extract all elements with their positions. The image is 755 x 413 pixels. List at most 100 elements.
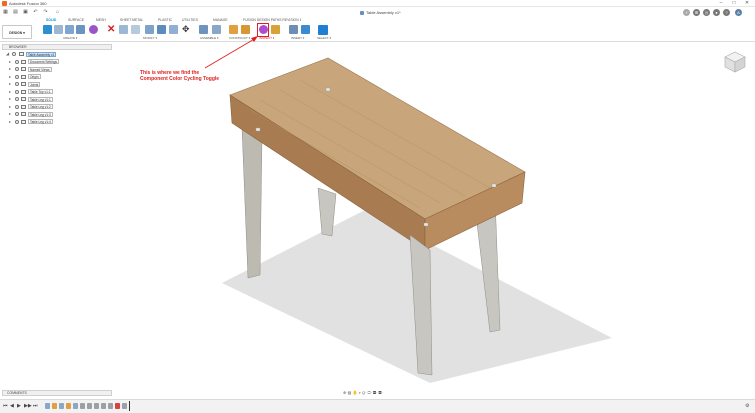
timeline-back-button[interactable]: ◀ — [10, 403, 14, 409]
tree-item[interactable]: ▸ Joints — [6, 81, 116, 89]
offset-plane-icon[interactable] — [229, 25, 238, 34]
add-tab-icon[interactable]: + — [683, 9, 690, 16]
tree-label: Table Assembly v1 — [26, 51, 57, 57]
design-workspace-dropdown[interactable]: DESIGN ▾ — [2, 25, 32, 39]
tree-item[interactable]: ▸ Table Top v1:1 — [6, 89, 116, 97]
timeline-feature[interactable] — [66, 403, 71, 409]
undo-icon[interactable]: ↶ — [32, 9, 39, 16]
visibility-eye-icon[interactable] — [15, 112, 19, 116]
tree-item[interactable]: ▸ Table Leg v1:4 — [6, 119, 116, 127]
component-icon — [21, 112, 26, 116]
delete-icon[interactable]: ✕ — [107, 25, 116, 35]
revolve-icon[interactable] — [76, 25, 85, 34]
tree-item[interactable]: ▸ Origin — [6, 74, 116, 82]
close-button[interactable]: ✕ — [741, 0, 753, 7]
new-component-assemble-icon[interactable] — [199, 25, 208, 34]
comments-panel[interactable]: COMMENTS — [2, 390, 112, 396]
select-icon[interactable] — [318, 25, 328, 35]
timeline-feature[interactable] — [52, 403, 57, 409]
redo-icon[interactable]: ↷ — [42, 9, 49, 16]
timeline-feature[interactable] — [108, 403, 113, 409]
help-icon[interactable]: ? — [723, 9, 730, 16]
visibility-eye-icon[interactable] — [15, 119, 19, 124]
viewcube[interactable] — [723, 50, 747, 74]
insert-group-label[interactable]: INSERT ▾ — [291, 36, 304, 40]
assemble-group-label[interactable]: ASSEMBLE ▾ — [200, 36, 219, 40]
notifications-icon[interactable]: ● — [713, 9, 720, 16]
measure-icon[interactable] — [271, 25, 280, 34]
tree-item[interactable]: ▸ Named Views — [6, 66, 116, 74]
component-icon — [21, 119, 26, 124]
tree-item[interactable]: ▸ Table Leg v1:2 — [6, 104, 116, 112]
timeline-feature[interactable] — [87, 403, 92, 409]
timeline-start-button[interactable]: ⏮ — [3, 403, 8, 409]
job-status-icon[interactable]: ◷ — [703, 9, 710, 16]
timeline-feature[interactable] — [122, 403, 127, 409]
extrude-icon[interactable] — [65, 25, 74, 34]
timeline-feature[interactable] — [80, 403, 85, 409]
modify-group-label[interactable]: MODIFY ▾ — [143, 36, 157, 40]
plane-at-angle-icon[interactable] — [241, 25, 250, 34]
construct-group-label[interactable]: CONSTRUCT ▾ — [229, 36, 250, 40]
tree-item[interactable]: ▸ Table Leg v1:1 — [6, 96, 116, 104]
tree-item[interactable]: ▸ Table Leg v1:3 — [6, 111, 116, 119]
visibility-eye-icon[interactable] — [15, 89, 19, 94]
caret-down-icon[interactable]: ◢ — [6, 51, 9, 57]
visibility-eye-icon[interactable] — [15, 74, 19, 79]
combine-icon[interactable] — [157, 25, 166, 34]
visibility-eye-icon[interactable] — [12, 52, 16, 56]
select-group-label[interactable]: SELECT ▾ — [317, 36, 331, 40]
insert-canvas-icon[interactable] — [301, 25, 310, 34]
insert-derive-icon[interactable] — [289, 25, 298, 34]
extensions-icon[interactable]: ⊞ — [693, 9, 700, 16]
maximize-button[interactable]: □ — [728, 0, 740, 7]
caret-right-icon[interactable]: ▸ — [9, 96, 11, 102]
caret-right-icon[interactable]: ▸ — [9, 89, 11, 95]
save-icon[interactable]: ▣ — [22, 9, 29, 16]
file-menu-icon[interactable]: ▤ — [12, 9, 19, 16]
caret-right-icon[interactable]: ▸ — [9, 59, 11, 65]
navigation-bar[interactable]: ⊕·▤ ✋ ⌕ Q· ▢· ▦· ▦· — [343, 390, 383, 396]
caret-right-icon[interactable]: ▸ — [9, 104, 11, 110]
minimize-button[interactable]: – — [715, 0, 727, 7]
move-copy-icon[interactable]: ✥ — [182, 25, 191, 34]
caret-right-icon[interactable]: ▸ — [9, 66, 11, 72]
timeline-feature[interactable] — [94, 403, 99, 409]
timeline-feature[interactable] — [45, 403, 50, 409]
joint-icon[interactable] — [212, 25, 221, 34]
timeline-feature[interactable] — [115, 403, 120, 409]
fillet-icon[interactable] — [131, 25, 140, 34]
tree-label: Named Views — [28, 66, 52, 72]
timeline-feature[interactable] — [73, 403, 78, 409]
timeline-play-button[interactable]: ▶ — [17, 403, 21, 409]
caret-right-icon[interactable]: ▸ — [9, 119, 11, 125]
new-component-icon[interactable] — [43, 25, 52, 34]
create-sketch-icon[interactable] — [54, 25, 63, 34]
grid-menu-icon[interactable]: ▦ — [2, 9, 9, 16]
shell-icon[interactable] — [145, 25, 154, 34]
press-pull-icon[interactable] — [119, 25, 128, 34]
timeline-feature[interactable] — [101, 403, 106, 409]
create-form-icon[interactable] — [89, 25, 98, 34]
caret-right-icon[interactable]: ▸ — [9, 81, 11, 87]
home-icon[interactable]: ⌂ — [54, 9, 61, 16]
browser-panel-header[interactable]: BROWSER — [2, 44, 112, 50]
offset-face-icon[interactable] — [169, 25, 178, 34]
visibility-eye-icon[interactable] — [15, 67, 19, 71]
timeline-settings-icon[interactable]: ⚙ — [745, 403, 749, 409]
caret-right-icon[interactable]: ▸ — [9, 74, 11, 80]
document-tab[interactable]: Table Assembly v1* — [360, 9, 401, 16]
create-group-label[interactable]: CREATE ▾ — [63, 36, 77, 40]
visibility-eye-icon[interactable] — [15, 104, 19, 109]
visibility-eye-icon[interactable] — [15, 82, 19, 86]
tree-item-root[interactable]: ◢ Table Assembly v1 — [6, 51, 116, 59]
caret-right-icon[interactable]: ▸ — [9, 111, 11, 117]
timeline-marker[interactable] — [129, 401, 130, 411]
visibility-eye-icon[interactable] — [15, 97, 19, 101]
timeline-forward-button[interactable]: ▶▶ — [24, 403, 32, 409]
visibility-eye-icon[interactable] — [15, 59, 19, 64]
avatar[interactable]: A — [735, 9, 742, 16]
timeline-end-button[interactable]: ⏭ — [33, 403, 38, 409]
tree-item[interactable]: ▸ Document Settings — [6, 59, 116, 67]
timeline-feature[interactable] — [59, 403, 64, 409]
